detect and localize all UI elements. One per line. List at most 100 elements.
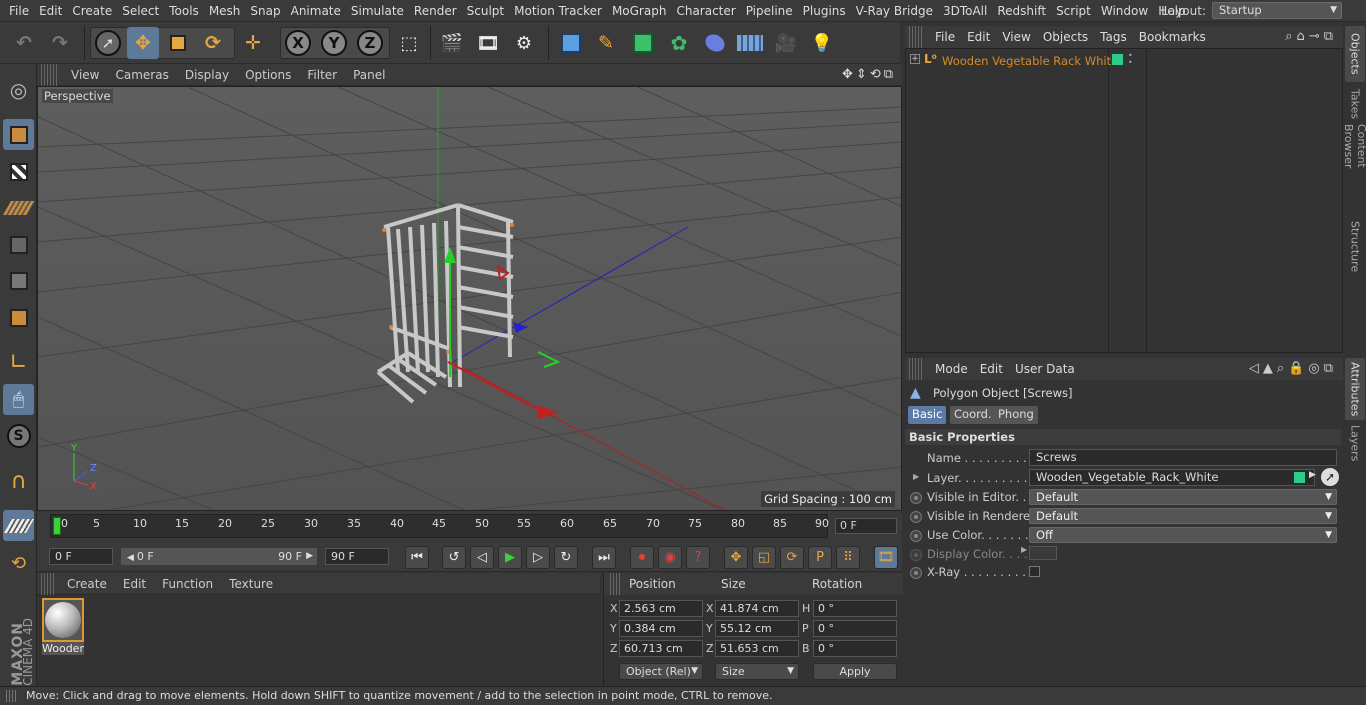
redo-icon[interactable]: ↷ [44,27,76,59]
pick-layer-icon[interactable]: ➚ [1321,468,1339,486]
at-menu-mode[interactable]: Mode [929,358,974,380]
undo-icon[interactable]: ↶ [8,27,40,59]
expand-icon[interactable]: + [910,54,920,64]
name-field[interactable]: Screws [1029,449,1337,466]
xray-checkbox[interactable] [1029,566,1040,577]
radio-icon[interactable] [910,567,922,579]
layer-arrow-icon[interactable]: ▶ [1309,470,1316,480]
playhead[interactable] [53,517,61,535]
render-picture-viewer-icon[interactable]: 🎞 [472,27,504,59]
key-pla-icon[interactable]: ⠿ [836,546,860,569]
menu-simulate[interactable]: Simulate [346,0,409,22]
tab-basic[interactable]: Basic [908,406,947,424]
size-y-field[interactable]: 55.12 cm [715,620,799,637]
menu-animate[interactable]: Animate [286,0,346,22]
at-menu-user-data[interactable]: User Data [1009,358,1081,380]
axis-x-lock[interactable]: X [282,27,314,59]
viewport-nav-icons[interactable]: ✥⇕⟲⧉ [842,67,896,82]
light-icon[interactable]: 💡 [806,27,838,59]
mat-menu-texture[interactable]: Texture [221,573,281,595]
render-view-icon[interactable]: 🎬 [436,27,468,59]
mat-menu-function[interactable]: Function [154,573,221,595]
cube-primitive-icon[interactable] [555,27,587,59]
tab-content-browser[interactable]: Content Browser [1342,124,1366,214]
radio-icon[interactable] [910,530,922,542]
keyframe-selection-icon[interactable]: ? [686,546,710,569]
om-menu-file[interactable]: File [929,26,961,48]
material-name[interactable]: Wooden [42,642,84,655]
tab-objects[interactable]: Objects [1345,26,1365,82]
size-z-field[interactable]: 51.653 cm [715,640,799,657]
menu-mesh[interactable]: Mesh [204,0,246,22]
at-menu-edit[interactable]: Edit [974,358,1009,380]
menu-character[interactable]: Character [671,0,740,22]
rotation-b-field[interactable]: 0 ° [813,640,897,657]
position-z-field[interactable]: 60.713 cm [619,640,703,657]
visible-editor-dropdown[interactable]: Default ▼ [1029,489,1337,505]
end-frame-field[interactable]: 90 F [325,548,389,565]
rotate-tool-icon[interactable]: ⟳ [197,27,229,59]
go-to-end-icon[interactable]: ⏭ [592,546,616,569]
layer-color-swatch[interactable] [1112,54,1123,65]
vp-menu-panel[interactable]: Panel [345,64,393,86]
rotation-h-field[interactable]: 0 ° [813,600,897,617]
menu-mograph[interactable]: MoGraph [607,0,672,22]
om-nav-icons[interactable]: ⌕⌂⊸⧉ [1285,29,1337,44]
key-position-icon[interactable]: ✥ [724,546,748,569]
texture-mode-icon[interactable] [3,156,34,187]
tab-coord[interactable]: Coord. [950,406,996,424]
menu-pipeline[interactable]: Pipeline [741,0,798,22]
previous-frame-icon[interactable]: ◁ [470,546,494,569]
radio-icon[interactable] [910,492,922,504]
next-key-icon[interactable]: ↻ [554,546,578,569]
visibility-dots-icon[interactable]: • • [1128,52,1133,67]
axis-z-lock[interactable]: Z [354,27,386,59]
next-frame-icon[interactable]: ▷ [526,546,550,569]
menu-tools[interactable]: Tools [164,0,204,22]
attributes-nav-icons[interactable]: ◁▲⌕🔒◎⧉ [1249,361,1337,376]
move-tool-icon[interactable]: ✥ [127,27,159,59]
size-x-field[interactable]: 41.874 cm [715,600,799,617]
expand-arrow-icon[interactable]: ▶ [913,472,919,481]
frame-range-slider[interactable]: ◀ 0 F 90 F ▶ [121,548,317,565]
visible-renderer-dropdown[interactable]: Default ▼ [1029,508,1337,524]
vp-menu-view[interactable]: View [63,64,107,86]
om-menu-bookmarks[interactable]: Bookmarks [1133,26,1212,48]
select-arrow-icon[interactable]: ➚ [92,27,124,59]
tweak-mode-icon[interactable]: 🖱 [3,384,34,415]
vp-menu-display[interactable]: Display [177,64,237,86]
render-settings-icon[interactable]: ⚙ [508,27,540,59]
menu-redshift[interactable]: Redshift [992,0,1051,22]
vp-menu-filter[interactable]: Filter [299,64,345,86]
position-x-field[interactable]: 2.563 cm [619,600,703,617]
timeline-window-icon[interactable]: 🎞 [874,546,898,569]
tab-structure[interactable]: Structure [1345,218,1365,276]
tab-attributes[interactable]: Attributes [1345,358,1365,420]
tab-takes[interactable]: Takes [1345,84,1365,124]
menu-file[interactable]: File [4,0,34,22]
object-row-name[interactable]: Wooden Vegetable Rack White [942,54,1118,68]
pen-spline-icon[interactable]: ✎ [590,27,622,59]
menu-script[interactable]: Script [1051,0,1096,22]
layout-select[interactable]: Startup ▼ [1212,2,1342,19]
transform-tool-icon[interactable]: ✛ [237,27,269,59]
floor-icon[interactable] [734,27,766,59]
play-icon[interactable]: ▶ [498,546,522,569]
record-icon[interactable]: ⏺ [630,546,654,569]
mat-menu-create[interactable]: Create [59,573,115,595]
edges-mode-icon[interactable] [3,265,34,296]
om-menu-objects[interactable]: Objects [1037,26,1094,48]
autokey-icon[interactable]: ◉ [658,546,682,569]
tab-layers[interactable]: Layers [1345,422,1365,464]
menu-create[interactable]: Create [67,0,117,22]
menu-motion-tracker[interactable]: Motion Tracker [509,0,607,22]
model-mode-icon[interactable] [3,119,34,150]
use-color-dropdown[interactable]: Off ▼ [1029,527,1337,543]
start-frame-field[interactable]: 0 F [49,548,113,565]
viewport-camera-label[interactable]: Perspective [42,89,113,103]
viewport[interactable]: Y Z X Perspective Grid Spacing : 100 cm [37,86,902,511]
om-menu-edit[interactable]: Edit [961,26,996,48]
axis-y-lock[interactable]: Y [318,27,350,59]
rotation-p-field[interactable]: 0 ° [813,620,897,637]
key-parameter-icon[interactable]: P [808,546,832,569]
